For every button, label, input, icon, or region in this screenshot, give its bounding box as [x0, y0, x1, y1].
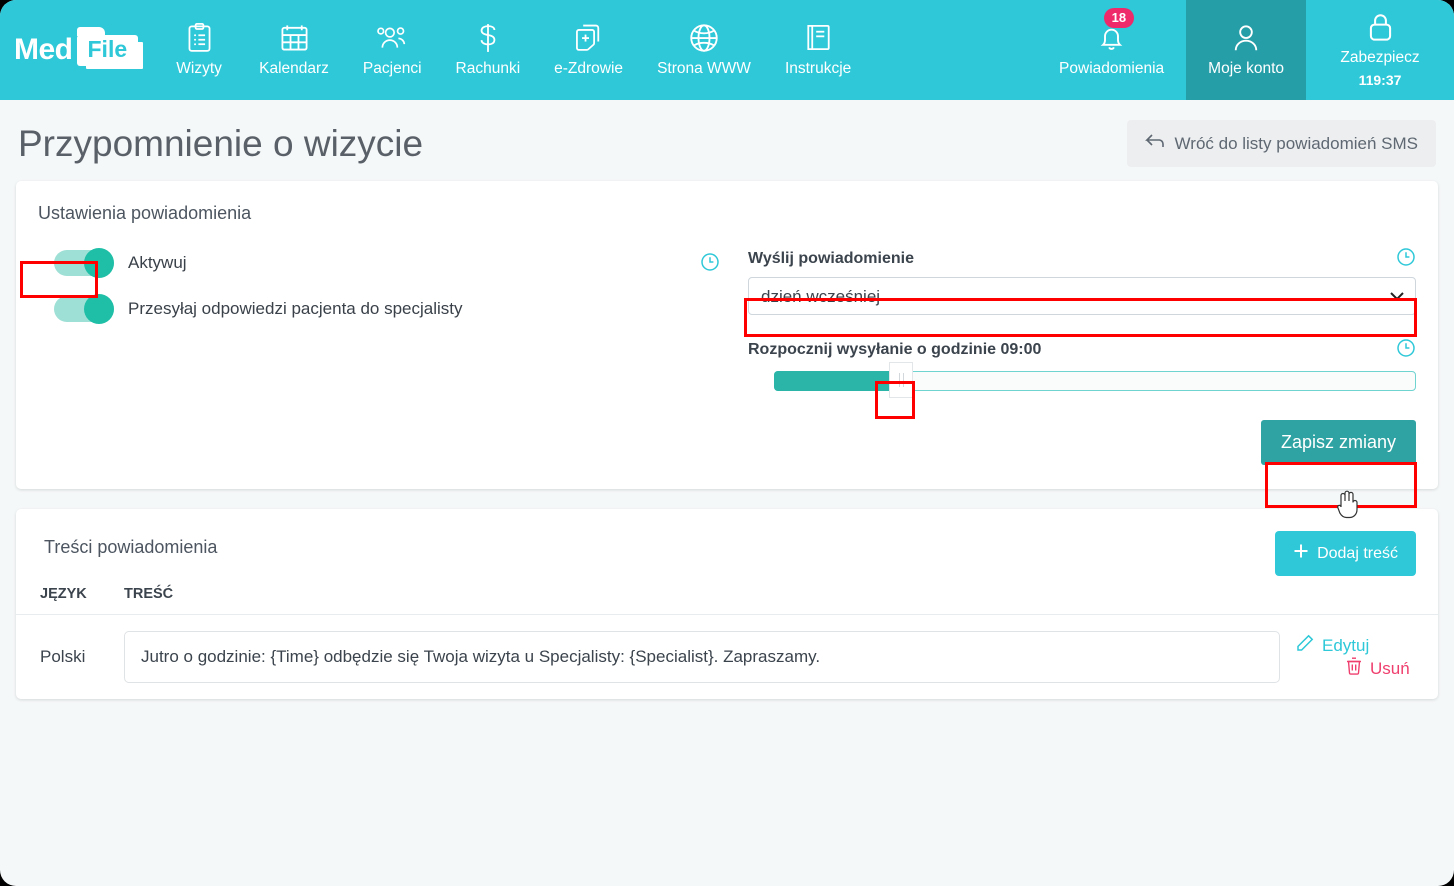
row-message-cell: Jutro o godzinie: {Time} odbędzie się Tw…: [116, 615, 1288, 700]
nav-label: Rachunki: [455, 59, 521, 77]
nav-label: Kalendarz: [259, 59, 329, 77]
nav-item-rachunki[interactable]: Rachunki: [439, 0, 538, 100]
nav-label: e-Zdrowie: [554, 59, 624, 77]
message-text[interactable]: Jutro o godzinie: {Time} odbędzie się Tw…: [124, 631, 1280, 683]
activate-label: Aktywuj: [128, 253, 187, 272]
content-card-title: Treści powiadomienia: [44, 537, 218, 557]
settings-left-column: Aktywuj Przesyłaj odpowiedzi pacjenta do…: [38, 248, 748, 394]
back-button-label: Wróć do listy powiadomień SMS: [1174, 133, 1418, 153]
nav-right-group: 18 Powiadomienia Moje konto Zabezpiecz 1…: [1037, 0, 1454, 100]
pencil-icon: [1296, 634, 1314, 657]
back-arrow-icon: [1144, 133, 1165, 154]
forward-replies-label: Przesyłaj odpowiedzi pacjenta do specjal…: [128, 299, 463, 318]
settings-right-column: Wyślij powiadomienie dzień wcześniej Roz…: [748, 247, 1416, 398]
clock-icon-left: [700, 252, 720, 277]
notification-content-card: Treści powiadomienia Dodaj treść JĘZYK T…: [16, 509, 1438, 699]
send-notification-select-wrap: dzień wcześniej: [748, 277, 1416, 315]
nav-label: Powiadomienia: [1059, 59, 1165, 77]
trash-icon: [1346, 657, 1362, 680]
nav-item-moje-konto[interactable]: Moje konto: [1186, 0, 1306, 100]
row-language: Polski: [40, 647, 86, 666]
row-actions: Edytuj Usuń: [1288, 615, 1438, 700]
nav-item-wizyty[interactable]: Wizyty: [156, 0, 242, 100]
forward-replies-toggle[interactable]: [54, 294, 114, 324]
send-notification-select[interactable]: dzień wcześniej: [748, 277, 1416, 315]
nav-label: Moje konto: [1208, 59, 1284, 77]
clock-icon-send: [1396, 247, 1416, 272]
nav-items: Wizyty Kalendarz Pacjenci Rachunki e-Zdr…: [156, 0, 868, 100]
nav-item-zabezpiecz[interactable]: Zabezpiecz 119:37: [1306, 0, 1454, 100]
app-logo[interactable]: Med File: [0, 0, 156, 100]
users-icon: [376, 23, 408, 53]
activate-toggle[interactable]: [54, 248, 114, 278]
send-notification-label: Wyślij powiadomienie: [748, 250, 914, 267]
page-header: Przypomnienie o wizycie Wróć do listy po…: [0, 100, 1454, 181]
column-header-language: JĘZYK: [16, 576, 116, 615]
top-navbar: Med File Wizyty Kalendarz Pacjenci Rachu…: [0, 0, 1454, 100]
nav-label: Instrukcje: [784, 59, 852, 77]
globe-icon: [689, 23, 719, 53]
activate-row: Aktywuj: [54, 248, 748, 278]
table-header-row: JĘZYK TREŚĆ: [16, 576, 1438, 615]
user-icon: [1232, 23, 1260, 53]
delete-label: Usuń: [1370, 658, 1410, 678]
book-icon: [805, 23, 832, 53]
document-plus-icon: [575, 23, 603, 53]
table-row: Polski Jutro o godzinie: {Time} odbędzie…: [16, 615, 1438, 700]
add-content-button[interactable]: Dodaj treść: [1275, 531, 1416, 576]
lock-timer: 119:37: [1358, 72, 1402, 88]
save-row: Zapisz zmiany: [16, 414, 1438, 489]
calendar-icon: [280, 23, 309, 53]
add-content-label: Dodaj treść: [1317, 544, 1398, 562]
column-header-content: TREŚĆ: [116, 576, 1438, 615]
dollar-icon: [476, 23, 500, 53]
notification-badge: 18: [1103, 8, 1135, 29]
clock-icon-start-time: [1396, 338, 1416, 363]
table-body: Polski Jutro o godzinie: {Time} odbędzie…: [16, 615, 1438, 700]
nav-label: Strona WWW: [657, 59, 751, 77]
slider-handle[interactable]: [889, 362, 913, 398]
slider-fill: [774, 371, 896, 391]
logo-text-file: File: [76, 26, 139, 66]
settings-body: Aktywuj Przesyłaj odpowiedzi pacjenta do…: [16, 224, 1438, 414]
edit-action[interactable]: Edytuj: [1296, 634, 1369, 657]
nav-item-kalendarz[interactable]: Kalendarz: [242, 0, 346, 100]
nav-label: Pacjenci: [362, 59, 422, 77]
delete-action[interactable]: Usuń: [1346, 657, 1410, 680]
nav-label: Zabezpiecz: [1340, 49, 1420, 66]
lock-icon: [1367, 12, 1394, 42]
table-head: JĘZYK TREŚĆ: [16, 576, 1438, 615]
edit-label: Edytuj: [1322, 635, 1370, 655]
nav-item-powiadomienia[interactable]: 18 Powiadomienia: [1037, 0, 1186, 100]
nav-item-e-zdrowie[interactable]: e-Zdrowie: [537, 0, 640, 100]
send-notification-field: Wyślij powiadomienie dzień wcześniej: [748, 247, 1416, 315]
content-table: JĘZYK TREŚĆ Polski Jutro o godzinie: {Ti…: [16, 576, 1438, 699]
app-window: Med File Wizyty Kalendarz Pacjenci Rachu…: [0, 0, 1454, 886]
start-time-field: Rozpocznij wysyłanie o godzinie 09:00: [748, 338, 1416, 398]
page-title: Przypomnienie o wizycie: [18, 122, 424, 164]
nav-item-instrukcje[interactable]: Instrukcje: [768, 0, 868, 100]
content-card-header: Treści powiadomienia Dodaj treść: [16, 509, 1438, 576]
nav-label: Wizyty: [176, 59, 222, 77]
logo-text-med: Med: [14, 33, 73, 66]
settings-card-title: Ustawienia powiadomienia: [38, 203, 252, 223]
clipboard-icon: [186, 23, 213, 53]
start-time-slider[interactable]: [774, 362, 1416, 398]
nav-item-pacjenci[interactable]: Pacjenci: [346, 0, 439, 100]
nav-item-strona-www[interactable]: Strona WWW: [640, 0, 768, 100]
notification-settings-card: Ustawienia powiadomienia Aktywuj Przesył…: [16, 181, 1438, 489]
save-changes-button[interactable]: Zapisz zmiany: [1260, 420, 1416, 465]
start-time-label: Rozpocznij wysyłanie o godzinie 09:00: [748, 341, 1042, 358]
back-to-sms-list-button[interactable]: Wróć do listy powiadomień SMS: [1126, 120, 1436, 167]
forward-replies-row: Przesyłaj odpowiedzi pacjenta do specjal…: [54, 294, 748, 324]
plus-icon: [1293, 543, 1309, 564]
